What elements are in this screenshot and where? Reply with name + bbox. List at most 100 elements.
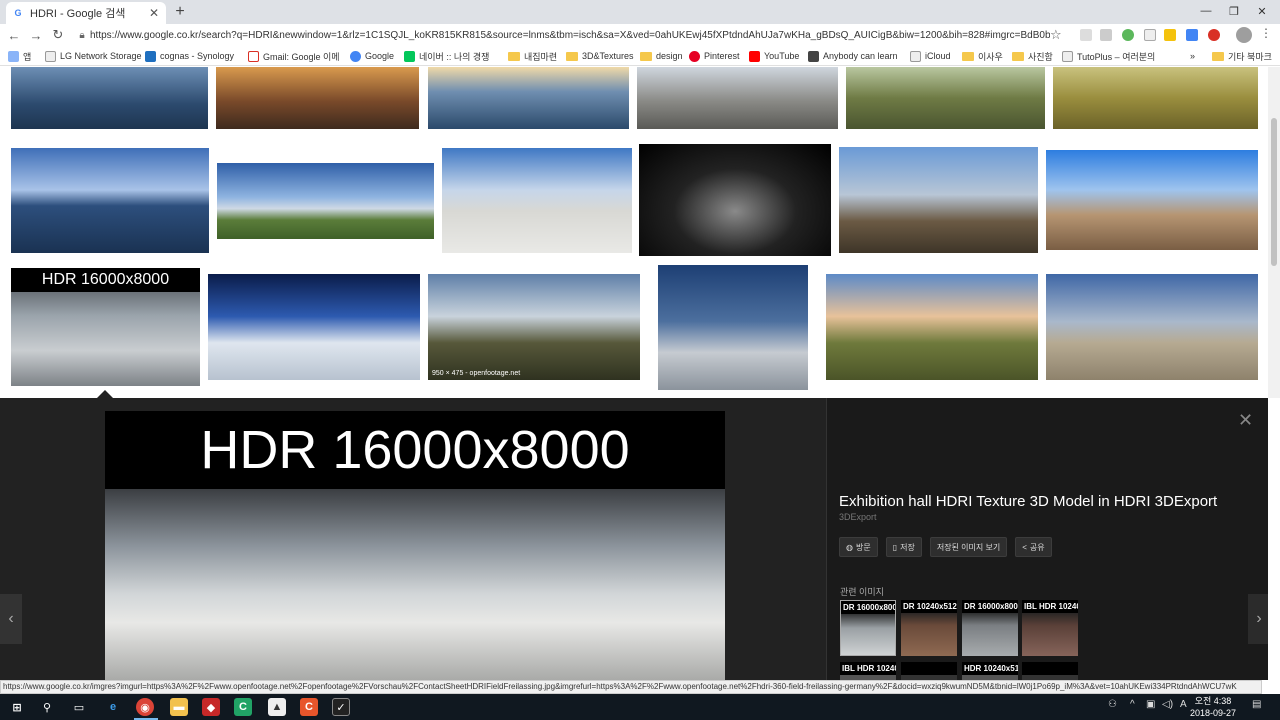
bookmark-item[interactable]: iCloud (910, 48, 951, 64)
bookmark-other-folder[interactable]: 기타 북마크 (1212, 48, 1272, 64)
photos-icon[interactable]: ▲ (268, 698, 286, 716)
notifications-icon[interactable]: ▤ (1252, 699, 1261, 710)
system-clock[interactable]: 오전 4:38 2018-09-27 (1188, 695, 1238, 719)
image-thumbnail[interactable] (1046, 150, 1258, 250)
close-preview-icon[interactable]: ✕ (1238, 410, 1253, 431)
address-bar[interactable]: 🔒︎ https://www.google.co.kr/search?q=HDR… (74, 24, 1068, 46)
image-thumbnail[interactable] (639, 144, 831, 256)
chrome-menu-icon[interactable]: ⋮ (1260, 26, 1272, 40)
next-image-button[interactable]: › (1248, 594, 1270, 644)
preview-title[interactable]: Exhibition hall HDRI Texture 3D Model in… (839, 493, 1259, 510)
windows-start-icon[interactable]: ⊞ (8, 698, 26, 716)
extension-icon[interactable] (1080, 29, 1092, 41)
profile-avatar[interactable] (1236, 27, 1252, 43)
preview-image[interactable]: HDR 16000x8000 (105, 411, 725, 680)
app-icon[interactable]: C (234, 698, 252, 716)
bookmark-item[interactable]: Anybody can learn (808, 48, 898, 64)
image-thumbnail[interactable] (637, 67, 838, 129)
bookmark-folder[interactable]: 내집마련 (508, 48, 557, 64)
extension-icon[interactable] (1186, 29, 1198, 41)
close-window-button[interactable]: ✕ (1248, 0, 1276, 22)
extension-icon[interactable] (1208, 29, 1220, 41)
bookmarks-overflow[interactable]: » (1190, 48, 1195, 64)
task-view-icon[interactable]: ▭ (70, 698, 88, 716)
bookmark-folder[interactable]: 이사우 (962, 48, 1003, 64)
image-thumbnail[interactable] (208, 274, 420, 380)
related-image[interactable] (1022, 662, 1078, 680)
url-text: https://www.google.co.kr/search?q=HDRI&n… (90, 29, 1050, 41)
bookmark-folder[interactable]: 사진함 (1012, 48, 1053, 64)
related-image[interactable]: IBL HDR 10240x5 (1022, 600, 1078, 656)
image-thumbnail-hovered[interactable] (428, 274, 640, 380)
related-image[interactable]: HDR 10240x5120 (962, 662, 1018, 680)
related-image[interactable]: DR 10240x512 (901, 600, 957, 656)
volume-icon[interactable]: ◁) (1162, 699, 1173, 710)
image-thumbnail[interactable] (11, 67, 208, 129)
bookmark-item[interactable]: TutoPlus – 여러분의 (1062, 48, 1155, 64)
extension-icon[interactable] (1100, 29, 1112, 41)
minimize-button[interactable]: — (1192, 0, 1220, 22)
page-scrollbar-thumb[interactable] (1271, 118, 1277, 266)
bookmark-item[interactable]: Pinterest (689, 48, 740, 64)
chrome-icon[interactable]: ◉ (136, 698, 154, 716)
image-thumbnail-selected[interactable]: HDR 16000x8000 (11, 268, 200, 386)
bookmark-item[interactable]: YouTube (749, 48, 799, 64)
app-icon[interactable]: ◆ (202, 698, 220, 716)
thumbnail-size-caption: 950 × 475 - openfootage.net (432, 370, 521, 377)
image-thumbnail[interactable] (216, 67, 419, 129)
link-status-bar: https://www.google.co.kr/imgres?imgurl=h… (0, 680, 1262, 694)
bookmark-item[interactable]: LG Network Storage (45, 48, 142, 64)
bookmark-item[interactable]: Gmail: Google 이메 (248, 48, 340, 64)
bookmark-item[interactable]: Google (350, 48, 394, 64)
bookmark-star-icon[interactable]: ☆ (1050, 27, 1062, 43)
windows-taskbar: ⊞ ⚲ ▭ e ◉ ▬ ◆ C ▲ C ✓ ⚇ ^ ▣ ◁) A 오전 4:38… (0, 694, 1280, 720)
image-thumbnail[interactable] (442, 148, 632, 253)
extension-icon[interactable] (1122, 29, 1134, 41)
ime-icon[interactable]: A (1180, 699, 1187, 710)
preview-source[interactable]: 3DExport (839, 512, 877, 522)
bookmark-folder[interactable]: design (640, 48, 683, 64)
extension-icon[interactable] (1144, 29, 1156, 41)
visit-button[interactable]: ◍ 방문 (839, 537, 878, 557)
image-thumbnail[interactable] (1046, 274, 1258, 380)
save-button[interactable]: ▯ 저장 (885, 537, 922, 557)
back-button[interactable]: ← (3, 24, 25, 46)
edge-icon[interactable]: e (104, 698, 122, 716)
tray-chevron-icon[interactable]: ^ (1130, 699, 1135, 710)
related-image[interactable]: DR 16000x800 (962, 600, 1018, 656)
image-thumbnail[interactable] (428, 67, 629, 129)
reload-button[interactable]: ↻ (47, 24, 69, 46)
search-icon[interactable]: ⚲ (38, 698, 56, 716)
related-image[interactable]: DR 16000x800 (840, 600, 896, 656)
bookmark-folder[interactable]: 3D&Textures (566, 48, 634, 64)
image-thumbnail[interactable] (846, 67, 1045, 129)
app-icon[interactable]: ✓ (332, 698, 350, 716)
forward-button[interactable]: → (25, 24, 47, 46)
restore-button[interactable]: ❐ (1220, 0, 1248, 22)
new-tab-button[interactable]: + (172, 3, 188, 21)
bookmark-item[interactable]: cognas - Synology (145, 48, 234, 64)
network-icon[interactable]: ▣ (1146, 699, 1155, 710)
image-thumbnail[interactable] (217, 163, 434, 239)
saved-images-button[interactable]: 저장된 이미지 보기 (929, 537, 1008, 557)
tab-close-icon[interactable]: ✕ (148, 6, 160, 20)
image-thumbnail[interactable] (658, 265, 808, 390)
extension-icon[interactable] (1164, 29, 1176, 41)
share-button[interactable]: < 공유 (1015, 537, 1052, 557)
selection-caret (97, 390, 113, 398)
people-icon[interactable]: ⚇ (1108, 699, 1117, 710)
bookmark-item[interactable]: 네이버 :: 나의 경쟁 (404, 48, 489, 64)
file-explorer-icon[interactable]: ▬ (170, 698, 188, 716)
tab-google-search[interactable]: G HDRI - Google 검색 ✕ (6, 2, 166, 24)
related-image[interactable]: IBL HDR 10240x5 (840, 662, 896, 680)
app-icon[interactable]: C (300, 698, 318, 716)
image-thumbnail[interactable] (839, 147, 1038, 253)
related-image[interactable] (901, 662, 957, 680)
image-thumbnail[interactable] (826, 274, 1038, 380)
bookmark-apps[interactable]: 앱 (8, 48, 31, 64)
previous-image-button[interactable]: ‹ (0, 594, 22, 644)
pinterest-icon (689, 50, 700, 62)
preview-actions: ◍ 방문 ▯ 저장 저장된 이미지 보기 < 공유 (839, 537, 1052, 559)
image-thumbnail[interactable] (1053, 67, 1258, 129)
image-thumbnail[interactable] (11, 148, 209, 253)
